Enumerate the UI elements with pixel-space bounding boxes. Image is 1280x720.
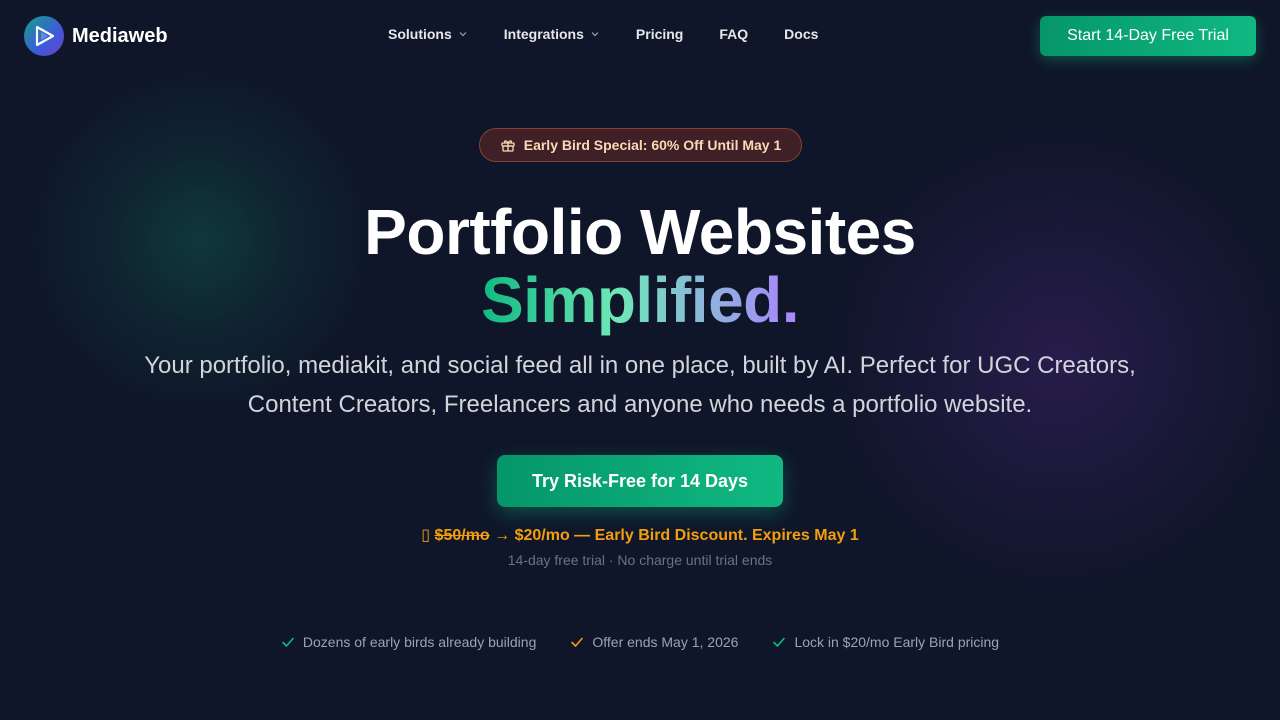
hero-title-accent-word: Simplified	[480, 264, 782, 336]
feature-label: Dozens of early birds already building	[302, 634, 537, 650]
chevron-down-icon	[591, 32, 599, 37]
offer-line: ▯ $50/mo → $20/mo — Early Bird Discount.…	[0, 525, 1280, 545]
gift-icon	[501, 140, 515, 152]
offer-glyph: ▯	[421, 525, 431, 544]
hero-subtitle: Your portfolio, mediakit, and social fee…	[144, 352, 1136, 418]
feature-label: Lock in $20/mo Early Bird pricing	[794, 634, 1000, 650]
main-nav: Solutions Integrations Pricing FAQ Docs	[388, 26, 818, 42]
hero-title-accent: Simplified.	[0, 264, 1280, 336]
check-icon	[571, 637, 584, 647]
nav-item-label: Integrations	[503, 26, 584, 42]
hero-title: Portfolio Websites	[364, 196, 916, 268]
nav-item-label: Docs	[784, 26, 819, 42]
nav-item-integrations[interactable]: Integrations	[504, 26, 600, 42]
nav-item-faq[interactable]: FAQ	[719, 26, 748, 42]
nav-item-pricing[interactable]: Pricing	[636, 26, 683, 42]
chevron-down-icon	[459, 32, 467, 37]
nav-item-label: Solutions	[388, 26, 452, 42]
check-icon	[282, 637, 294, 647]
hero-title-dot: .	[781, 264, 800, 336]
feature-item: Offer ends May 1, 2026	[570, 634, 738, 650]
feature-label: Offer ends May 1, 2026	[592, 634, 739, 650]
offer-text: → $20/mo — Early Bird Discount. Expires …	[494, 527, 859, 544]
brand-name: Mediaweb	[72, 24, 168, 47]
nav-item-label: Pricing	[635, 26, 684, 42]
brand[interactable]: Mediaweb	[24, 16, 168, 56]
start-trial-button[interactable]: Start 14-Day Free Trial	[1040, 16, 1256, 56]
check-icon	[773, 637, 786, 647]
feature-item: Lock in $20/mo Early Bird pricing	[772, 634, 999, 650]
play-logo-icon	[24, 16, 64, 56]
trial-note: 14-day free trial · No charge until tria…	[507, 552, 773, 568]
badge-label: Early Bird Special: 60% Off Until May 1	[523, 137, 782, 153]
feature-list: Dozens of early birds already building O…	[0, 634, 1280, 650]
nav-item-solutions[interactable]: Solutions	[388, 26, 468, 42]
early-bird-badge: Early Bird Special: 60% Off Until May 1	[479, 128, 802, 162]
feature-item: Dozens of early birds already building	[281, 634, 536, 650]
nav-item-docs[interactable]: Docs	[784, 26, 818, 42]
old-price: $50/mo	[434, 527, 490, 544]
site-header: Mediaweb Solutions Integrations Pricing …	[0, 0, 1280, 72]
nav-item-label: FAQ	[719, 26, 749, 42]
try-risk-free-button[interactable]: Try Risk-Free for 14 Days	[497, 455, 783, 507]
